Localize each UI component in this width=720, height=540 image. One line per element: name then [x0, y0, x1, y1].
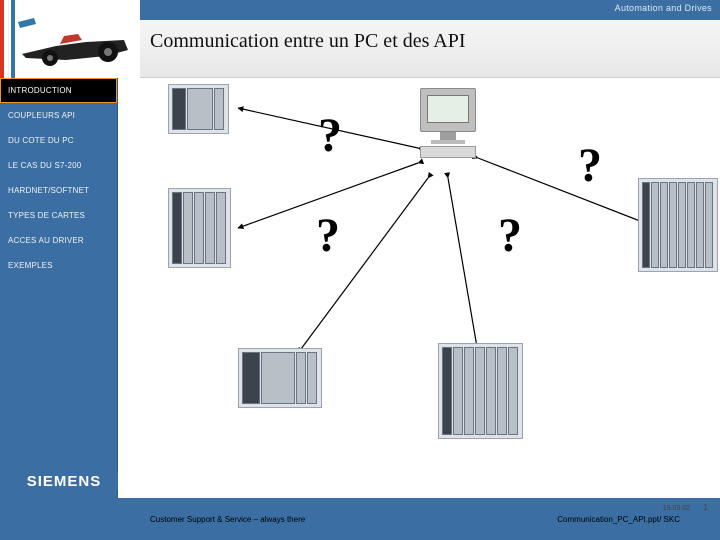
footer-band: Customer Support & Service – always ther… — [0, 498, 720, 540]
flag-stripe-white — [5, 0, 9, 78]
sidebar-item-acces-au-driver[interactable]: ACCES AU DRIVER — [0, 228, 117, 253]
footer-left: Customer Support & Service – always ther… — [150, 515, 305, 524]
plc-compact-200-icon — [238, 348, 322, 408]
connection-arrows — [118, 78, 720, 498]
footer-page: 1 — [704, 503, 708, 512]
logo-area — [0, 0, 140, 78]
plc-modular-small-icon — [168, 188, 231, 268]
sidebar-item-coupleurs-api[interactable]: COUPLEURS API — [0, 103, 117, 128]
flag-stripe-blue — [11, 0, 15, 78]
slide: Automation and Drives Communication entr… — [0, 0, 720, 540]
sidebar-item-du-cote-du-pc[interactable]: DU COTE DU PC — [0, 128, 117, 153]
plc-modular-icon — [438, 343, 523, 439]
category-label: Automation and Drives — [615, 3, 712, 13]
question-3: ? — [316, 208, 340, 263]
siemens-logo: SIEMENS — [10, 472, 118, 490]
sidebar-item-hardnet-softnet[interactable]: HARDNET/SOFTNET — [0, 178, 117, 203]
sidebar-item-introduction[interactable]: INTRODUCTION — [0, 78, 117, 103]
racecar-icon — [16, 12, 136, 72]
plc-rack-large-icon — [638, 178, 718, 272]
question-2: ? — [578, 138, 602, 193]
footer-right: Communication_PC_API.ppt/ SKC — [557, 515, 680, 524]
footer-date: 15.03.02 — [663, 505, 690, 512]
diagram-canvas: ? ? ? ? — [118, 78, 720, 498]
question-1: ? — [318, 108, 342, 163]
flag-stripe-red — [0, 0, 4, 78]
sidebar-item-types-de-cartes[interactable]: TYPES DE CARTES — [0, 203, 117, 228]
page-title: Communication entre un PC et des API — [150, 30, 466, 53]
question-4: ? — [498, 208, 522, 263]
sidebar-item-exemples[interactable]: EXEMPLES — [0, 253, 117, 278]
sidebar-item-le-cas-du-s7-200[interactable]: LE CAS DU S7-200 — [0, 153, 117, 178]
sidebar: INTRODUCTION COUPLEURS API DU COTE DU PC… — [0, 78, 118, 498]
pc-icon — [420, 88, 476, 158]
plc-compact-icon — [168, 84, 229, 134]
